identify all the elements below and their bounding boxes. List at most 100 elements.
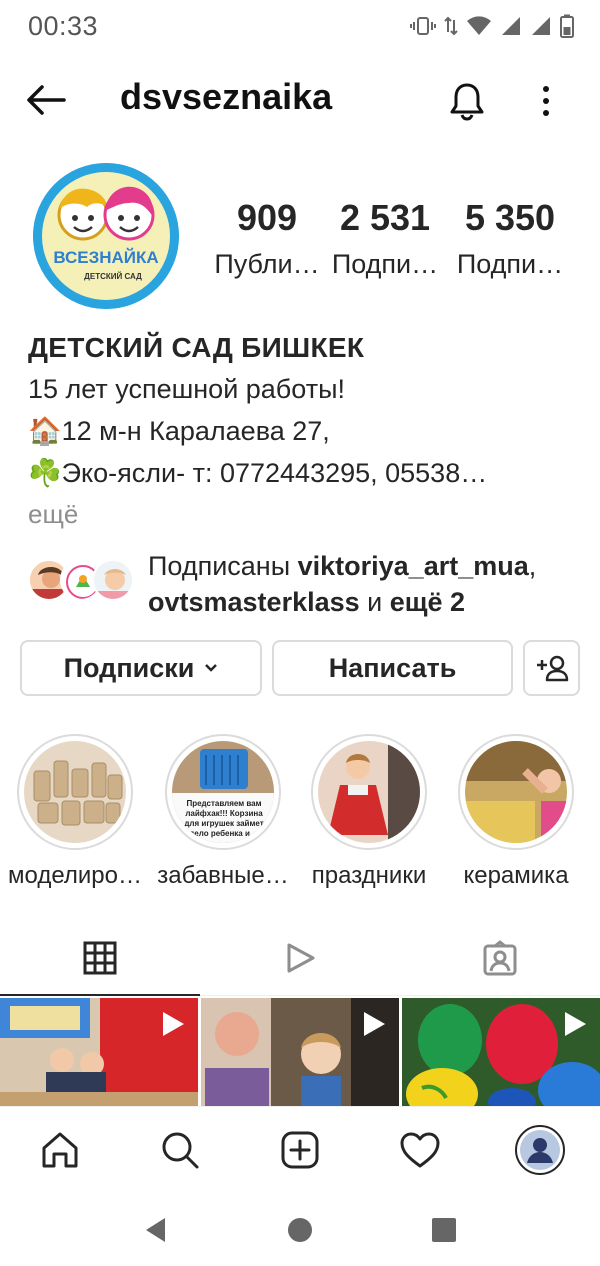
ceramics-class-image: [465, 741, 567, 843]
vibrate-icon: [410, 17, 436, 35]
nav-profile[interactable]: [480, 1107, 600, 1193]
followed-by-text: Подписаны viktoriya_art_mua, ovtsmasterk…: [148, 548, 588, 620]
triangle-back-icon: [146, 1218, 165, 1242]
nav-new-post[interactable]: [240, 1107, 360, 1193]
bio-name: ДЕТСКИЙ САД БИШКЕК: [28, 332, 365, 363]
posts-stat[interactable]: 909 Публи…: [212, 196, 322, 282]
add-person-icon: [536, 655, 568, 682]
followed-by[interactable]: Подписаны viktoriya_art_mua, ovtsmasterk…: [28, 546, 588, 624]
bio-address: 12 м-н Каралаева 27,: [61, 416, 330, 446]
shamrock-emoji-icon: ☘️: [28, 458, 62, 488]
followers-count: 2 531: [339, 197, 431, 238]
highlight-ring: [17, 734, 133, 850]
data-arrows-icon: [444, 16, 458, 36]
post-thumbnail[interactable]: [201, 998, 399, 1106]
bottom-navigation: [0, 1106, 600, 1192]
profile-tabs: [0, 920, 600, 996]
video-badge-icon: [163, 1012, 184, 1036]
profile-avatar[interactable]: ВСЕЗНАЙКА ДЕТСКИЙ САД: [33, 163, 179, 309]
signal-icon: [532, 17, 550, 35]
svg-text:ДЕТСКИЙ САД: ДЕТСКИЙ САД: [84, 272, 142, 281]
followed-by-joiner: и: [359, 587, 390, 617]
posts-label: Публи…: [214, 249, 320, 279]
nav-search[interactable]: [120, 1107, 240, 1193]
signal-x-icon: [502, 17, 520, 35]
wooden-blocks-image: [24, 741, 126, 843]
header-username: dsvseznaika: [120, 76, 333, 117]
highlight-ring: Представляем вам лайфхак!!! Корзина для …: [165, 734, 281, 850]
tab-tagged[interactable]: [400, 920, 600, 996]
suggested-people-button[interactable]: [523, 640, 580, 696]
highlight-holidays[interactable]: праздники: [296, 730, 442, 892]
system-recents-button[interactable]: [414, 1210, 474, 1250]
chevron-down-icon: [205, 664, 218, 672]
highlight-cover: [24, 741, 126, 843]
highlight-caption: Представляем вам лайфхак!!! Корзина для …: [184, 799, 264, 838]
more-options-button[interactable]: [526, 78, 566, 124]
highlight-ceramics[interactable]: керамика: [443, 730, 589, 892]
wifi-icon: [467, 16, 491, 35]
followers-stat[interactable]: 2 531 Подпи…: [322, 196, 448, 282]
followers-label: Подпи…: [331, 249, 439, 279]
highlight-cover: Представляем вам лайфхак!!! Корзина для …: [172, 741, 274, 843]
search-icon: [162, 1132, 199, 1169]
highlight-cover: [318, 741, 420, 843]
tab-reels[interactable]: [200, 920, 400, 996]
notifications-button[interactable]: [444, 78, 490, 124]
profile-avatar-icon: [515, 1125, 565, 1175]
post-thumbnail[interactable]: [402, 998, 600, 1106]
message-button-label: Написать: [328, 652, 457, 683]
back-button[interactable]: [24, 80, 68, 120]
tab-posts-grid[interactable]: [0, 920, 200, 996]
following-button[interactable]: Подписки: [20, 640, 262, 696]
heart-icon: [400, 1132, 440, 1168]
post-thumbnail[interactable]: [0, 998, 198, 1106]
following-stat[interactable]: 5 350 Подпи…: [448, 196, 572, 282]
profile-bio: ДЕТСКИЙ САД БИШКЕК 15 лет успешной работ…: [28, 328, 578, 534]
highlight-modeling[interactable]: моделиро…: [2, 730, 148, 892]
followed-by-user-1[interactable]: viktoriya_art_mua: [298, 551, 529, 581]
bio-line-3: ☘️Эко-ясли- т: 0772443295, 05538…: [28, 452, 578, 494]
highlight-label: керамика: [463, 862, 569, 889]
highlight-label: забавные…: [157, 862, 289, 889]
follower-avatar-3: [92, 559, 134, 601]
status-time: 00:33: [28, 10, 99, 41]
following-button-label: Подписки: [63, 652, 195, 683]
highlight-funny[interactable]: Представляем вам лайфхак!!! Корзина для …: [150, 730, 296, 892]
bio-more-link[interactable]: ещё: [28, 494, 578, 534]
tagged-icon: [483, 940, 517, 976]
active-tab-indicator: [0, 994, 200, 996]
status-icons: [410, 14, 574, 38]
system-back-button[interactable]: [126, 1210, 186, 1250]
svg-text:ВСЕЗНАЙКА: ВСЕЗНАЙКА: [53, 248, 158, 267]
highlight-label: праздники: [311, 862, 427, 889]
bio-line-1: 15 лет успешной работы!: [28, 374, 345, 404]
video-badge-icon: [565, 1012, 586, 1036]
highlight-label: моделиро…: [8, 862, 142, 889]
new-post-icon: [281, 1131, 319, 1169]
square-recents-icon: [432, 1218, 456, 1242]
bio-line-2: 🏠12 м-н Каралаева 27,: [28, 410, 578, 452]
posts-grid: [0, 998, 600, 1106]
story-highlights: моделиро… Представляем вам лайфхак!!! Ко…: [0, 730, 600, 890]
nav-home[interactable]: [0, 1107, 120, 1193]
grid-icon: [83, 941, 117, 975]
message-button[interactable]: Написать: [272, 640, 513, 696]
home-icon: [42, 1132, 78, 1168]
system-home-button[interactable]: [270, 1210, 330, 1250]
profile-stats: 909 Публи… 2 531 Подпи… 5 350 Подпи…: [212, 196, 582, 282]
reels-icon: [287, 943, 315, 973]
girl-red-dress-image: [318, 741, 420, 843]
followed-by-more[interactable]: ещё 2: [390, 587, 465, 617]
posts-count: 909: [236, 197, 298, 238]
highlight-cover: [465, 741, 567, 843]
nav-activity[interactable]: [360, 1107, 480, 1193]
followed-by-user-2[interactable]: ovtsmasterklass: [148, 587, 360, 617]
video-badge-icon: [364, 1012, 385, 1036]
highlight-ring: [458, 734, 574, 850]
highlight-ring: [311, 734, 427, 850]
profile-header: dsvseznaika: [0, 64, 600, 136]
vseznaika-logo: ВСЕЗНАЙКА ДЕТСКИЙ САД: [33, 163, 179, 309]
house-emoji-icon: 🏠: [28, 416, 62, 446]
following-label: Подпи…: [456, 249, 564, 279]
